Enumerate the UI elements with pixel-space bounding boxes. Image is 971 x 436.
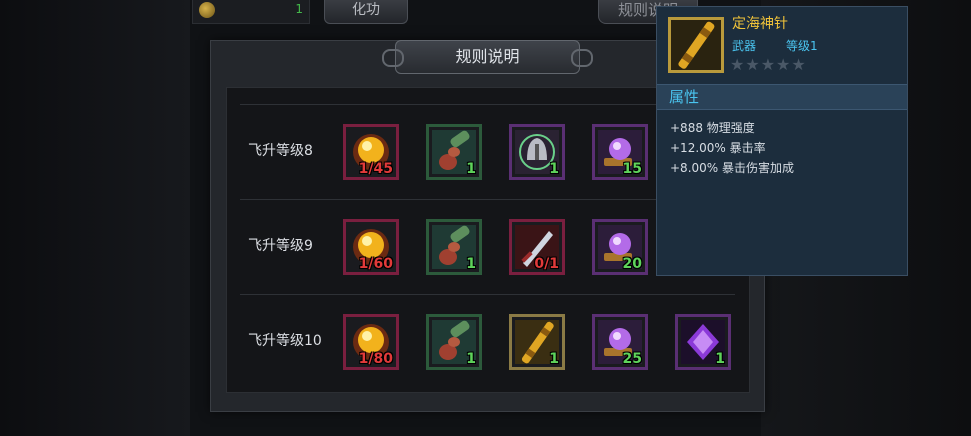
modal-title: 规则说明	[382, 40, 593, 74]
material-slot[interactable]: 1/45	[343, 124, 399, 180]
background-left	[0, 0, 190, 436]
item-quantity: 1	[466, 256, 476, 272]
item-quantity: 1	[466, 351, 476, 367]
star-rating: ★★★★★	[730, 55, 807, 74]
item-quantity: 20	[622, 256, 642, 272]
item-quantity: 1/60	[358, 256, 393, 272]
item-quantity: 1	[549, 161, 559, 177]
row-divider	[240, 294, 735, 295]
material-slot[interactable]: 1	[426, 124, 482, 180]
material-slot[interactable]: 15	[592, 124, 648, 180]
material-slot[interactable]: 1	[509, 314, 565, 370]
material-slot[interactable]: 1/80	[343, 314, 399, 370]
attributes-title: 属性	[669, 88, 700, 106]
attribute-line: +8.00% 暴击伤害加成	[670, 161, 794, 175]
item-quantity: 15	[622, 161, 642, 177]
item-quantity: 1/45	[358, 161, 393, 177]
currency-count: 1	[295, 2, 303, 16]
material-slot[interactable]: 1	[675, 314, 731, 370]
item-quantity: 1	[549, 351, 559, 367]
row-label-level-9: 飞升等级9	[248, 238, 313, 254]
material-slot[interactable]: 1	[426, 314, 482, 370]
attribute-line: +12.00% 暴击率	[670, 141, 766, 155]
material-slot[interactable]: 1/60	[343, 219, 399, 275]
material-slot[interactable]: 25	[592, 314, 648, 370]
item-quantity: 1	[466, 161, 476, 177]
row-label-level-8: 飞升等级8	[248, 143, 313, 159]
material-slot[interactable]: 1	[509, 124, 565, 180]
golden-staff-icon	[678, 21, 715, 69]
tooltip-item-name: 定海神针	[732, 16, 788, 32]
tooltip-item-type: 武器	[732, 39, 757, 53]
item-quantity: 1/80	[358, 351, 393, 367]
transform-button[interactable]: 化功	[324, 0, 408, 24]
item-quantity: 1	[715, 351, 725, 367]
material-slot[interactable]: 1	[426, 219, 482, 275]
item-quantity: 0/1	[534, 256, 559, 272]
coin-icon	[199, 2, 215, 18]
material-slot[interactable]: 20	[592, 219, 648, 275]
row-label-level-10: 飞升等级10	[248, 333, 322, 349]
currency-slot: 1	[192, 0, 310, 24]
attribute-line: +888 物理强度	[670, 121, 755, 135]
tooltip-item-level: 等级1	[786, 39, 818, 53]
item-quantity: 25	[622, 351, 642, 367]
tooltip-item-icon	[668, 17, 724, 73]
material-slot[interactable]: 0/1	[509, 219, 565, 275]
